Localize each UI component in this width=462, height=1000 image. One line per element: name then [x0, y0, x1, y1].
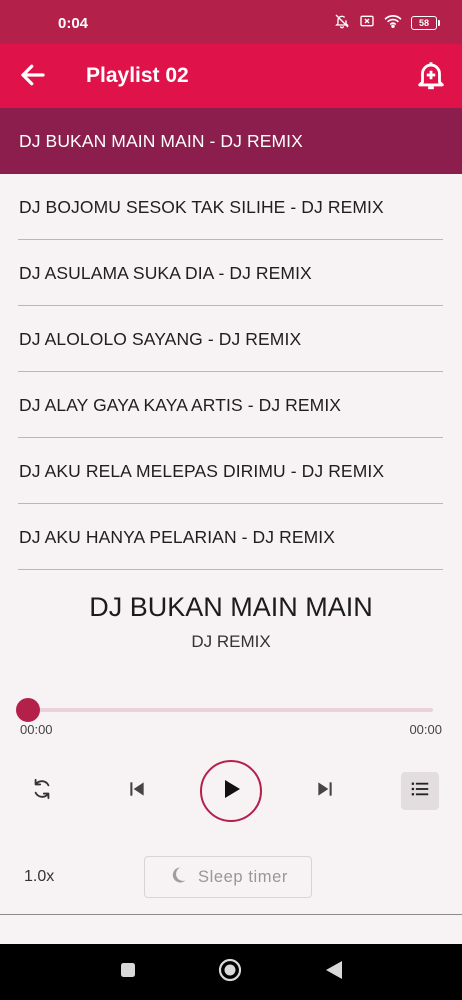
app-bar: Playlist 02 [0, 44, 462, 108]
back-button[interactable] [16, 60, 50, 94]
square-icon [120, 962, 136, 983]
battery-level: 58 [411, 16, 437, 30]
playback-speed[interactable]: 1.0x [24, 868, 54, 886]
current-time: 00:00 [20, 722, 53, 737]
skip-previous-icon [127, 779, 147, 804]
repeat-icon [31, 778, 53, 805]
track-item[interactable]: DJ AKU RELA MELEPAS DIRIMU - DJ REMIX [0, 438, 462, 504]
sim-off-icon [359, 13, 375, 34]
system-nav-bar [0, 944, 462, 1000]
total-time: 00:00 [409, 722, 442, 737]
recents-button[interactable] [118, 962, 138, 982]
alarm-add-icon [414, 58, 448, 97]
seek-bar[interactable] [28, 708, 433, 712]
track-item[interactable]: DJ AKU HANYA PELARIAN - DJ REMIX [0, 504, 462, 570]
wifi-icon [384, 13, 402, 34]
sleep-timer-label: Sleep timer [197, 867, 289, 886]
track-item[interactable]: DJ ALAY GAYA KAYA ARTIS - DJ REMIX [0, 372, 462, 438]
status-time: 0:04 [58, 15, 89, 32]
home-button[interactable] [218, 958, 242, 987]
status-icons: 58 [334, 13, 440, 34]
add-alarm-button[interactable] [412, 58, 450, 96]
battery-icon: 58 [411, 16, 440, 30]
track-list: DJ BUKAN MAIN MAIN - DJ REMIX DJ BOJOMU … [0, 108, 462, 570]
queue-list-icon [409, 778, 431, 805]
track-item[interactable]: DJ BUKAN MAIN MAIN - DJ REMIX [0, 108, 462, 174]
sleep-timer-button[interactable]: Sleep timer [144, 856, 312, 898]
nav-back-button[interactable] [323, 960, 345, 985]
track-item[interactable]: DJ BOJOMU SESOK TAK SILIHE - DJ REMIX [0, 174, 462, 240]
bell-muted-icon [334, 13, 350, 34]
play-button[interactable] [200, 760, 262, 822]
skip-next-icon [315, 779, 335, 804]
arrow-left-icon [18, 60, 48, 95]
repeat-button[interactable] [26, 775, 58, 807]
home-circle-icon [218, 958, 242, 987]
now-playing-artist: DJ REMIX [191, 632, 271, 651]
divider [0, 914, 462, 915]
play-icon [219, 777, 243, 806]
triangle-back-icon [325, 960, 343, 985]
now-playing-title: DJ BUKAN MAIN MAIN [89, 592, 373, 622]
queue-button[interactable] [401, 772, 439, 810]
seek-thumb[interactable] [16, 698, 40, 722]
status-bar: 0:04 58 [0, 0, 462, 44]
track-item[interactable]: DJ ALOLOLO SAYANG - DJ REMIX [0, 306, 462, 372]
previous-button[interactable] [122, 776, 152, 806]
page-title: Playlist 02 [86, 64, 189, 87]
moon-icon [168, 865, 188, 890]
next-button[interactable] [310, 776, 340, 806]
track-item[interactable]: DJ ASULAMA SUKA DIA - DJ REMIX [0, 240, 462, 306]
